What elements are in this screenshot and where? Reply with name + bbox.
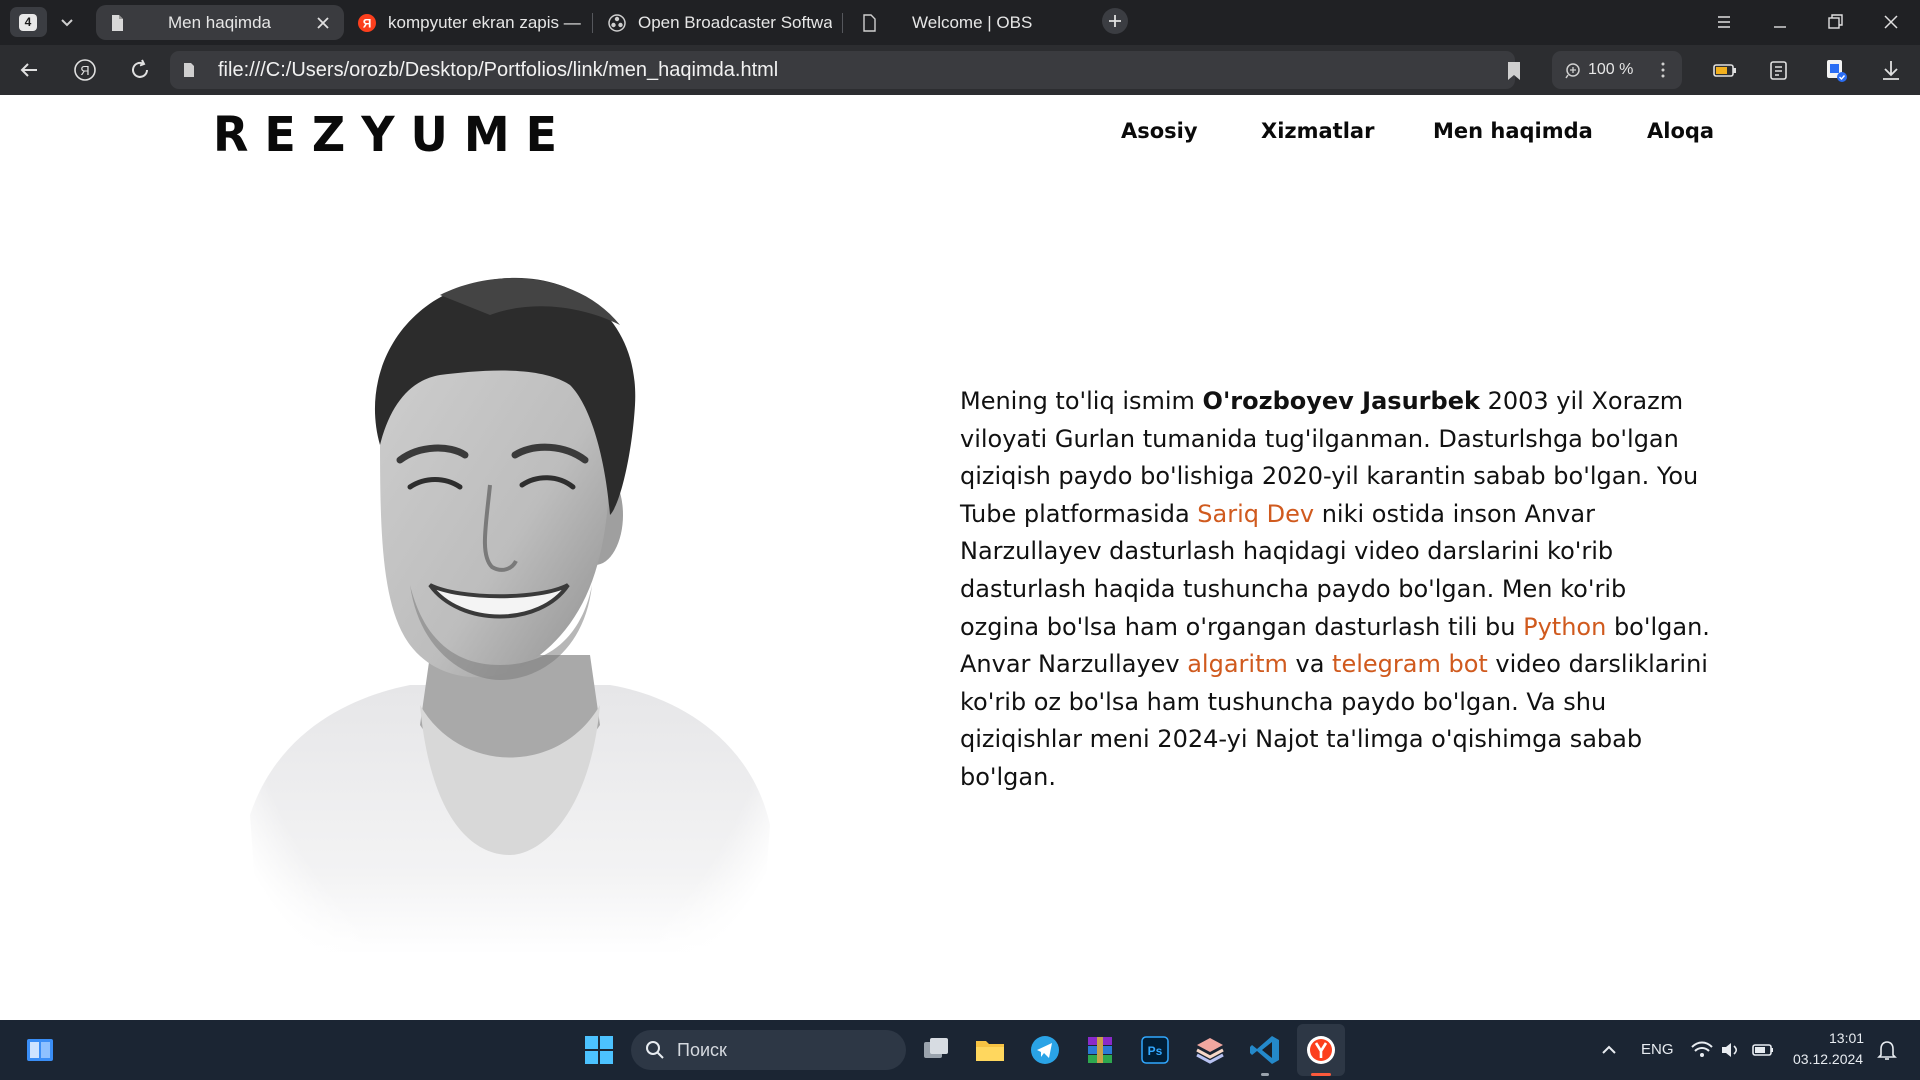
vscode-icon[interactable] [1247,1032,1283,1068]
yandex-logo-icon[interactable]: Я [73,58,97,82]
collections-icon[interactable] [1766,56,1794,84]
nav-link-aloqa[interactable]: Aloqa [1647,119,1714,143]
bookmark-icon[interactable] [1506,61,1522,81]
download-icon[interactable] [1877,56,1905,84]
windows-start-icon[interactable] [581,1032,617,1068]
yandex-icon: Я [358,14,376,32]
chevron-up-icon[interactable] [1591,1032,1627,1068]
url-field[interactable]: file:///C:/Users/orozb/Desktop/Portfolio… [170,51,1520,89]
tab-label: Welcome | OBS [912,13,1033,32]
url-text: file:///C:/Users/orozb/Desktop/Portfolio… [218,59,779,81]
portrait-photo [240,255,780,1015]
page-icon [112,15,123,31]
volume-icon[interactable] [1712,1032,1748,1068]
translate-extension-icon[interactable] [1822,56,1850,84]
svg-text:Я: Я [80,63,89,78]
file-icon [184,63,194,77]
taskbar: Поиск Ps ENG 13:01 03.12.2024 [0,1020,1920,1080]
zoom-level: 100 % [1588,61,1634,78]
photoshop-icon[interactable]: Ps [1137,1032,1173,1068]
svg-text:Я: Я [363,17,372,31]
battery-saver-icon[interactable] [1711,56,1739,84]
close-icon[interactable] [314,14,332,32]
task-view-icon[interactable] [918,1032,954,1068]
nav-link-men-haqimda[interactable]: Men haqimda [1433,119,1593,143]
browser-address-bar: Я file:///C:/Users/orozb/Desktop/Portfol… [0,45,1920,95]
notification-bell-icon[interactable] [1869,1032,1905,1068]
running-indicator [1311,1073,1331,1076]
bio-paragraph: Mening to'liq ismim O'rozboyev Jasurbek … [960,383,1710,797]
search-icon [646,1041,664,1059]
more-vertical-icon[interactable] [1660,61,1666,79]
browser-tab-bar: 4 Men haqimda Я kompyuter ekran zapis — … [0,0,1920,45]
taskbar-search[interactable]: Поиск [631,1030,906,1070]
link-sariq-dev[interactable]: Sariq Dev [1197,500,1314,528]
clock-date[interactable]: 03.12.2024 [1793,1051,1863,1067]
tab-separator [592,13,593,33]
page-content: REZYUME Asosiy Xizmatlar Men haqimda Alo… [0,95,1920,1020]
reload-icon[interactable] [128,58,152,82]
tab-kompyuter-ekran-zapis[interactable]: Я kompyuter ekran zapis — [352,5,588,40]
plus-icon [1109,15,1121,27]
link-python[interactable]: Python [1523,613,1606,641]
running-indicator [1261,1073,1269,1076]
obs-icon [608,14,626,32]
restore-icon[interactable] [1824,11,1846,33]
zoom-icon [1565,63,1580,79]
yandex-browser-icon[interactable] [1303,1032,1339,1068]
battery-icon[interactable] [1745,1032,1781,1068]
tab-men-haqimda[interactable]: Men haqimda [96,5,344,40]
chevron-down-icon[interactable] [57,10,77,34]
winrar-icon[interactable] [1082,1032,1118,1068]
page-icon [863,14,876,32]
link-algaritm[interactable]: algaritm [1187,650,1288,678]
bio-name: O'rozboyev Jasurbek [1202,387,1480,415]
search-placeholder: Поиск [677,1040,727,1060]
language-indicator[interactable]: ENG [1641,1041,1674,1058]
minimize-icon[interactable] [1769,11,1791,33]
svg-text:Ps: Ps [1148,1044,1163,1058]
zoom-control[interactable]: 100 % [1552,51,1682,89]
tab-welcome-obs[interactable]: Welcome | OBS [850,5,1090,40]
file-explorer-icon[interactable] [972,1032,1008,1068]
link-telegram-bot[interactable]: telegram bot [1332,650,1488,678]
bio-text: Mening to'liq ismim [960,387,1203,415]
clock-time[interactable]: 13:01 [1829,1030,1864,1046]
telegram-icon[interactable] [1027,1032,1063,1068]
tab-obs-software[interactable]: Open Broadcaster Softwa [600,5,832,40]
back-arrow-icon[interactable] [17,58,41,82]
hamburger-menu-icon[interactable] [1713,11,1735,33]
tab-label: Open Broadcaster Softwa [638,13,832,32]
tab-label: kompyuter ekran zapis — [388,13,581,32]
close-window-icon[interactable] [1880,11,1902,33]
bio-text: va [1287,650,1333,679]
tab-count: 4 [19,14,37,31]
layers-app-icon[interactable] [1192,1032,1228,1068]
nav-link-asosiy[interactable]: Asosiy [1121,119,1198,143]
nav-link-xizmatlar[interactable]: Xizmatlar [1261,119,1374,143]
tab-counter-button[interactable]: 4 [10,7,47,37]
tab-label: Men haqimda [168,13,272,32]
widgets-icon[interactable] [22,1032,58,1068]
tab-separator [842,13,843,33]
new-tab-button[interactable] [1102,8,1128,34]
site-logo[interactable]: REZYUME [213,106,573,163]
